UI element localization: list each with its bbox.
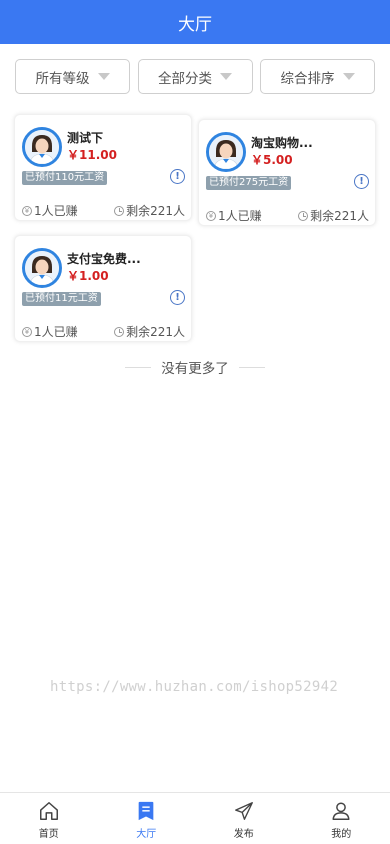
coin-icon: ¥ — [206, 210, 216, 221]
prepaid-badge: 已预付11元工资 — [22, 292, 101, 306]
send-icon — [234, 802, 253, 820]
earned-text: 1人已赚 — [218, 209, 262, 223]
task-card[interactable]: 测试下 ￥11.00 已预付110元工资 ! ¥1人已赚 剩余221人 — [14, 114, 192, 221]
page-header: 大厅 — [0, 0, 390, 44]
tab-mine[interactable]: 我的 — [293, 793, 390, 844]
info-icon[interactable]: ! — [170, 290, 185, 305]
remaining-stat: 剩余221人 — [298, 207, 369, 224]
sort-filter-dropdown[interactable]: 综合排序 — [260, 59, 375, 94]
task-stats: ¥1人已赚 剩余221人 — [22, 202, 185, 219]
home-icon — [39, 802, 58, 820]
earned-text: 1人已赚 — [34, 204, 78, 218]
avatar-icon — [25, 130, 59, 164]
chevron-down-icon — [342, 73, 355, 80]
task-price: ￥11.00 — [67, 148, 117, 162]
task-price: ￥5.00 — [251, 153, 293, 167]
tab-publish[interactable]: 发布 — [195, 793, 293, 844]
avatar — [22, 248, 62, 288]
chevron-down-icon — [97, 73, 110, 80]
remaining-stat: 剩余221人 — [114, 323, 185, 340]
hall-icon — [138, 801, 154, 821]
clock-icon — [114, 326, 125, 337]
clock-icon — [114, 205, 125, 216]
no-more-indicator: 没有更多了 — [0, 357, 390, 377]
filter-bar: 所有等级 全部分类 综合排序 — [15, 59, 375, 94]
avatar-icon — [25, 251, 59, 285]
remaining-text: 剩余221人 — [126, 204, 185, 218]
coin-icon: ¥ — [22, 326, 32, 337]
tab-home[interactable]: 首页 — [0, 793, 98, 844]
task-stats: ¥1人已赚 剩余221人 — [206, 207, 369, 224]
earned-stat: ¥1人已赚 — [22, 202, 78, 219]
avatar — [22, 127, 62, 167]
category-filter-dropdown[interactable]: 全部分类 — [137, 59, 253, 94]
chevron-down-icon — [220, 73, 232, 80]
task-card[interactable]: 淘宝购物... ￥5.00 已预付275元工资 ! ¥1人已赚 剩余221人 — [198, 119, 376, 226]
level-filter-label: 所有等级 — [35, 70, 90, 87]
level-filter-dropdown[interactable]: 所有等级 — [15, 59, 130, 94]
prepaid-badge: 已预付110元工资 — [22, 171, 108, 185]
tab-hall[interactable]: 大厅 — [98, 793, 196, 844]
tab-hall-label: 大厅 — [136, 829, 157, 840]
task-title: 淘宝购物... — [251, 136, 313, 150]
task-card[interactable]: 支付宝免费... ￥1.00 已预付11元工资 ! ¥1人已赚 剩余221人 — [14, 235, 192, 342]
clock-icon — [298, 210, 309, 221]
no-more-text: 没有更多了 — [161, 361, 229, 377]
earned-stat: ¥1人已赚 — [22, 323, 78, 340]
coin-icon: ¥ — [22, 205, 32, 216]
info-icon[interactable]: ! — [170, 169, 185, 184]
earned-stat: ¥1人已赚 — [206, 207, 262, 224]
task-title: 测试下 — [67, 131, 104, 145]
page-title: 大厅 — [178, 14, 212, 35]
divider — [125, 366, 152, 368]
remaining-text: 剩余221人 — [126, 325, 185, 339]
info-icon[interactable]: ! — [354, 174, 369, 189]
earned-text: 1人已赚 — [34, 325, 78, 339]
user-icon — [332, 802, 350, 820]
sort-filter-label: 综合排序 — [280, 70, 335, 87]
category-filter-label: 全部分类 — [158, 70, 212, 87]
remaining-text: 剩余221人 — [310, 209, 369, 223]
avatar — [206, 132, 246, 172]
tab-publish-label: 发布 — [233, 829, 254, 840]
tab-home-label: 首页 — [38, 829, 59, 840]
watermark: https://www.huzhan.com/ishop52942 — [50, 679, 339, 695]
task-stats: ¥1人已赚 剩余221人 — [22, 323, 185, 340]
tab-mine-label: 我的 — [331, 829, 352, 840]
prepaid-badge: 已预付275元工资 — [206, 176, 292, 190]
task-title: 支付宝免费... — [67, 252, 141, 266]
bottom-tab-bar: 首页 大厅 发布 我的 — [0, 792, 390, 844]
divider — [238, 366, 265, 368]
avatar-icon — [209, 135, 243, 169]
task-price: ￥1.00 — [67, 269, 109, 283]
remaining-stat: 剩余221人 — [114, 202, 185, 219]
